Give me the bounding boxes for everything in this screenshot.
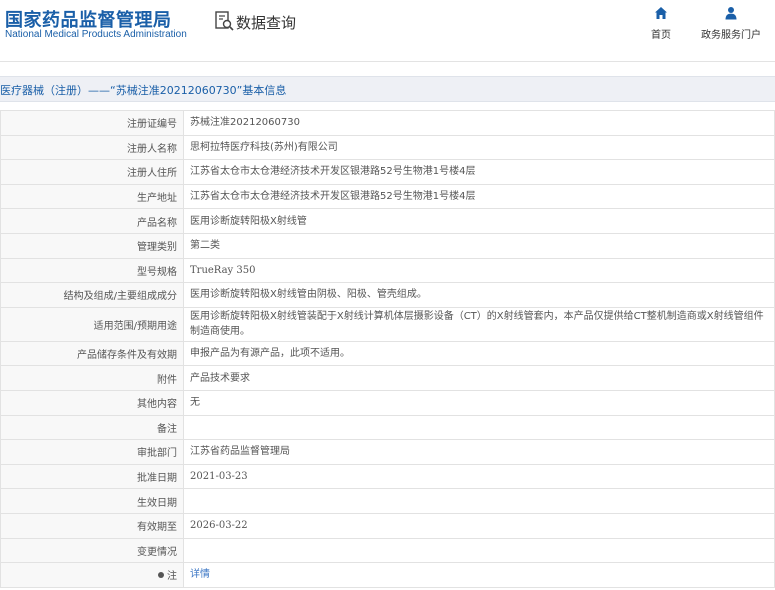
row-key: 注册人名称 [0,134,184,161]
row-value: 医用诊断旋转阳极X射线管 [183,208,775,234]
note-key: 注 [167,571,177,583]
user-icon [725,7,737,20]
document-search-icon [215,11,234,31]
table-row: 备注 [0,414,775,441]
table-row: 注册证编号 苏械注准20212060730 [0,110,775,136]
row-key: 型号规格 [0,257,184,284]
row-key: 适用范围/预期用途 [0,306,184,342]
table-row: 生产地址 江苏省太仓市太仓港经济技术开发区银港路52号生物港1号楼4层 [0,183,775,210]
row-value: 江苏省药品监督管理局 [183,439,775,465]
nav-home-label: 首页 [651,30,671,41]
row-key: 生产地址 [0,183,184,210]
row-value: 江苏省太仓市太仓港经济技术开发区银港路52号生物港1号楼4层 [183,159,775,185]
table-row: 变更情况 [0,537,775,564]
record-info-table: 注册证编号 苏械注准20212060730 注册人名称 思柯拉特医疗科技(苏州)… [0,110,775,588]
table-row: 型号规格 TrueRay 350 [0,257,775,284]
row-key: 管理类别 [0,232,184,259]
table-row: 注册人住所 江苏省太仓市太仓港经济技术开发区银港路52号生物港1号楼4层 [0,159,775,185]
table-row: 结构及组成/主要组成成分 医用诊断旋转阳极X射线管由阴极、阳极、管壳组成。 [0,282,775,308]
note-key-cell: 注 [0,562,184,588]
row-value: 医用诊断旋转阳极X射线管由阴极、阳极、管壳组成。 [183,282,775,308]
row-value: 产品技术要求 [183,365,775,391]
table-row: 产品名称 医用诊断旋转阳极X射线管 [0,208,775,234]
row-value: TrueRay 350 [183,257,775,284]
row-value [183,414,775,441]
row-value [183,537,775,564]
row-key: 注册证编号 [0,110,184,136]
site-logo-en[interactable]: National Medical Products Administration [5,29,187,40]
home-icon [655,7,667,19]
table-row: 其他内容 无 [0,389,775,416]
row-value: 申报产品为有源产品，此项不适用。 [183,340,775,367]
row-key: 审批部门 [0,439,184,465]
table-row: 批准日期 2021-03-23 [0,463,775,490]
row-value: 2021-03-23 [183,463,775,490]
table-row: 管理类别 第二类 [0,232,775,259]
nav-service-label: 政务服务门户 [701,30,761,41]
nav-service-portal[interactable]: 政务服务门户 [698,6,764,41]
row-key: 产品名称 [0,208,184,234]
table-row: 注册人名称 思柯拉特医疗科技(苏州)有限公司 [0,134,775,161]
row-key: 生效日期 [0,488,184,514]
bullet-icon [158,572,164,579]
table-row: 有效期至 2026-03-22 [0,512,775,539]
row-key: 备注 [0,414,184,441]
row-key: 批准日期 [0,463,184,490]
row-value: 思柯拉特医疗科技(苏州)有限公司 [183,134,775,161]
row-value: 无 [183,389,775,416]
row-key: 注册人住所 [0,159,184,185]
table-row: 生效日期 [0,488,775,514]
details-link[interactable]: 详情 [190,569,210,580]
row-key: 有效期至 [0,512,184,539]
row-key: 产品储存条件及有效期 [0,340,184,367]
table-row: 注 详情 [0,562,775,588]
record-title-bar: 医疗器械（注册）——“苏械注准20212060730”基本信息 [0,76,775,102]
site-header: 国家药品监督管理局 National Medical Products Admi… [0,0,775,60]
row-value: 江苏省太仓市太仓港经济技术开发区银港路52号生物港1号楼4层 [183,183,775,210]
row-value: 医用诊断旋转阳极X射线管装配于X射线计算机体层摄影设备（CT）的X射线管套内，本… [183,306,775,342]
header-divider [0,61,775,62]
row-value: 第二类 [183,232,775,259]
note-value-cell: 详情 [183,562,775,588]
record-title: 医疗器械（注册）——“苏械注准20212060730”基本信息 [0,84,287,97]
table-row: 产品储存条件及有效期 申报产品为有源产品，此项不适用。 [0,340,775,367]
row-key: 其他内容 [0,389,184,416]
row-value [183,488,775,514]
row-value: 2026-03-22 [183,512,775,539]
row-key: 变更情况 [0,537,184,564]
table-row: 审批部门 江苏省药品监督管理局 [0,439,775,465]
row-key: 附件 [0,365,184,391]
nav-home[interactable]: 首页 [645,6,677,41]
table-row: 适用范围/预期用途 医用诊断旋转阳极X射线管装配于X射线计算机体层摄影设备（CT… [0,306,775,342]
row-value: 苏械注准20212060730 [183,110,775,136]
data-query-label: 数据查询 [236,14,297,32]
row-key: 结构及组成/主要组成成分 [0,282,184,308]
table-row: 附件 产品技术要求 [0,365,775,391]
